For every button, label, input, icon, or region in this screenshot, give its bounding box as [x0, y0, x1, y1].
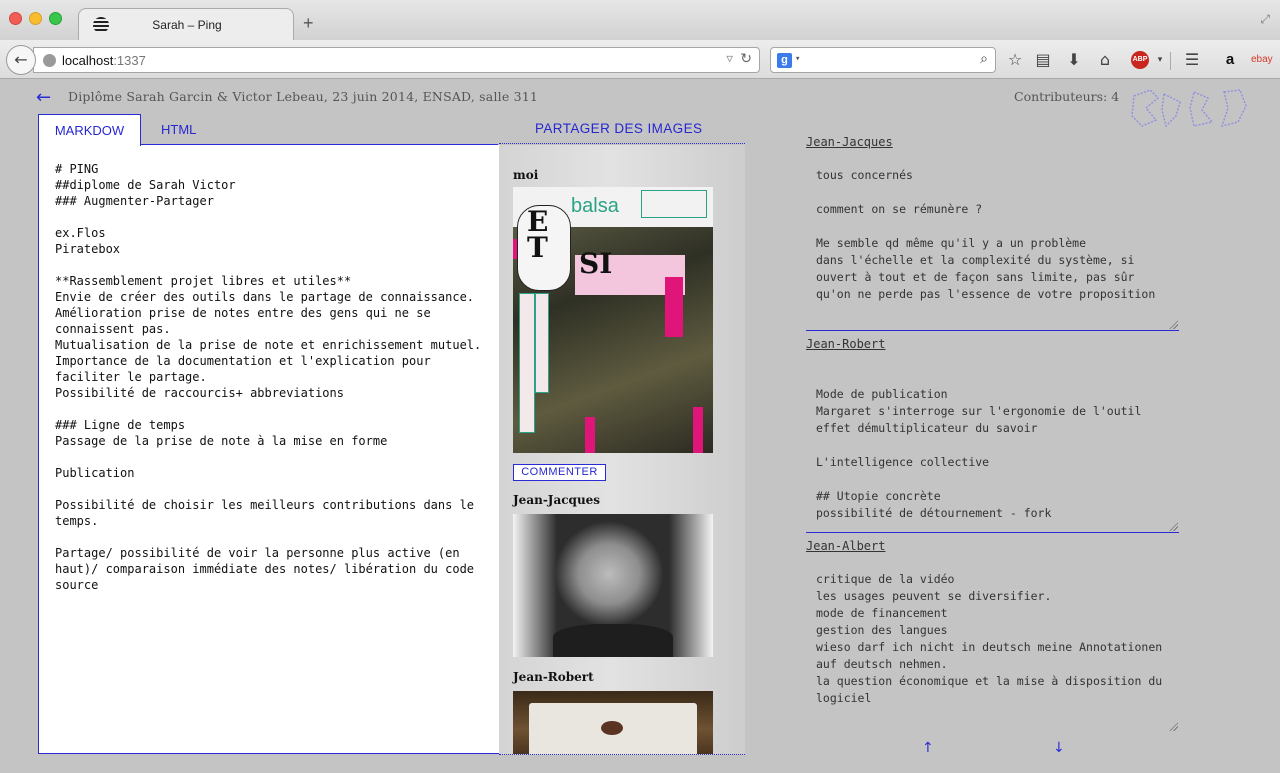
comment-author[interactable]: Jean-Jacques	[806, 135, 893, 149]
scroll-up-arrow[interactable]: ↑	[922, 740, 934, 756]
comment-text[interactable]: Mode de publication Margaret s'interroge…	[816, 369, 1168, 522]
poster-si-text: SI	[579, 247, 613, 280]
new-tab-button[interactable]: +	[303, 14, 314, 32]
fullscreen-icon[interactable]: ⤢	[1260, 12, 1270, 27]
page-header: Diplôme Sarah Garcin & Victor Lebeau, 23…	[68, 89, 539, 104]
adblock-icon[interactable]: ABP	[1131, 51, 1149, 69]
url-bar[interactable]: localhost:1337 ▽ ↻	[33, 47, 760, 73]
url-dropdown-icon[interactable]: ▽	[726, 52, 733, 65]
menu-icon[interactable]: ☰	[1182, 50, 1202, 70]
window-titlebar: Sarah – Ping + ⤢	[0, 0, 1280, 41]
back-arrow-link[interactable]: ←	[36, 87, 51, 108]
url-host: localhost	[62, 53, 114, 68]
tab-markdown[interactable]: MARKDOW	[38, 114, 141, 146]
search-icon[interactable]: ⌕	[980, 51, 988, 67]
search-bar[interactable]: g ▾ ⌕	[770, 47, 996, 73]
browser-tab[interactable]: Sarah – Ping	[78, 8, 294, 41]
markdown-editor[interactable]: # PING ##diplome de Sarah Victor ### Aug…	[38, 145, 499, 754]
poster-balsa-text: balsa	[571, 195, 619, 217]
resize-grip-icon[interactable]	[1169, 722, 1178, 731]
ping-logo	[1131, 89, 1247, 128]
images-column: moi balsa E T SI COMMENTER Jean-Jacques …	[499, 145, 745, 755]
tab-title: Sarah – Ping	[152, 18, 222, 32]
contributors-count: Contributeurs: 4	[1014, 89, 1120, 104]
image-author: Jean-Jacques	[513, 493, 601, 507]
share-images-divider	[499, 143, 745, 144]
globe-icon	[43, 54, 56, 67]
comment-author[interactable]: Jean-Albert	[806, 539, 885, 553]
resize-grip-icon[interactable]	[1169, 522, 1178, 531]
portrait-photo[interactable]	[513, 514, 713, 657]
url-port: :1337	[113, 53, 146, 68]
comment-button[interactable]: COMMENTER	[513, 464, 606, 481]
resize-grip-icon[interactable]	[1169, 320, 1178, 329]
toolbar-divider	[1170, 52, 1171, 70]
comment-textarea[interactable]: Mode de publication Margaret s'interroge…	[806, 363, 1179, 533]
image-author: Jean-Robert	[513, 670, 594, 684]
navigation-toolbar: localhost:1337 ▽ ↻ ← g ▾ ⌕ ☆ ▤ ⬇ ⌂ ABP ▾…	[0, 40, 1280, 79]
download-icon[interactable]: ⬇	[1064, 50, 1084, 70]
comment-author[interactable]: Jean-Robert	[806, 337, 885, 351]
image-author: moi	[513, 168, 539, 182]
comment-textarea[interactable]: tous concernés comment on se rémunère ? …	[806, 161, 1179, 331]
editor-content[interactable]: # PING ##diplome de Sarah Victor ### Aug…	[55, 161, 487, 593]
comment-text[interactable]: critique de la vidéo les usages peuvent …	[816, 571, 1168, 707]
share-images-title[interactable]: PARTAGER DES IMAGES	[535, 121, 702, 136]
ebay-icon[interactable]: ebay	[1251, 50, 1273, 70]
minimize-window-button[interactable]	[29, 12, 42, 25]
home-icon[interactable]: ⌂	[1095, 50, 1115, 70]
url-text[interactable]: localhost:1337	[62, 53, 146, 68]
scroll-down-arrow[interactable]: ↓	[1053, 740, 1065, 756]
search-engine-dropdown-icon[interactable]: ▾	[795, 54, 800, 64]
poster-image[interactable]: balsa E T SI	[513, 187, 713, 453]
comment-textarea[interactable]: critique de la vidéo les usages peuvent …	[806, 565, 1179, 732]
poster-et-text: E T	[527, 205, 549, 264]
close-window-button[interactable]	[9, 12, 22, 25]
zoom-window-button[interactable]	[49, 12, 62, 25]
back-button[interactable]: ←	[6, 45, 36, 75]
bookmark-star-icon[interactable]: ☆	[1005, 50, 1025, 70]
reading-list-icon[interactable]: ▤	[1033, 50, 1053, 70]
reload-icon[interactable]: ↻	[740, 51, 752, 67]
tab-html[interactable]: HTML	[161, 114, 196, 145]
google-icon[interactable]: g	[777, 53, 792, 68]
laptop-photo[interactable]	[513, 691, 713, 754]
adblock-dropdown-icon[interactable]: ▾	[1150, 50, 1170, 70]
comment-text[interactable]: tous concernés comment on se rémunère ? …	[816, 167, 1168, 303]
amazon-icon[interactable]: a	[1220, 50, 1240, 70]
